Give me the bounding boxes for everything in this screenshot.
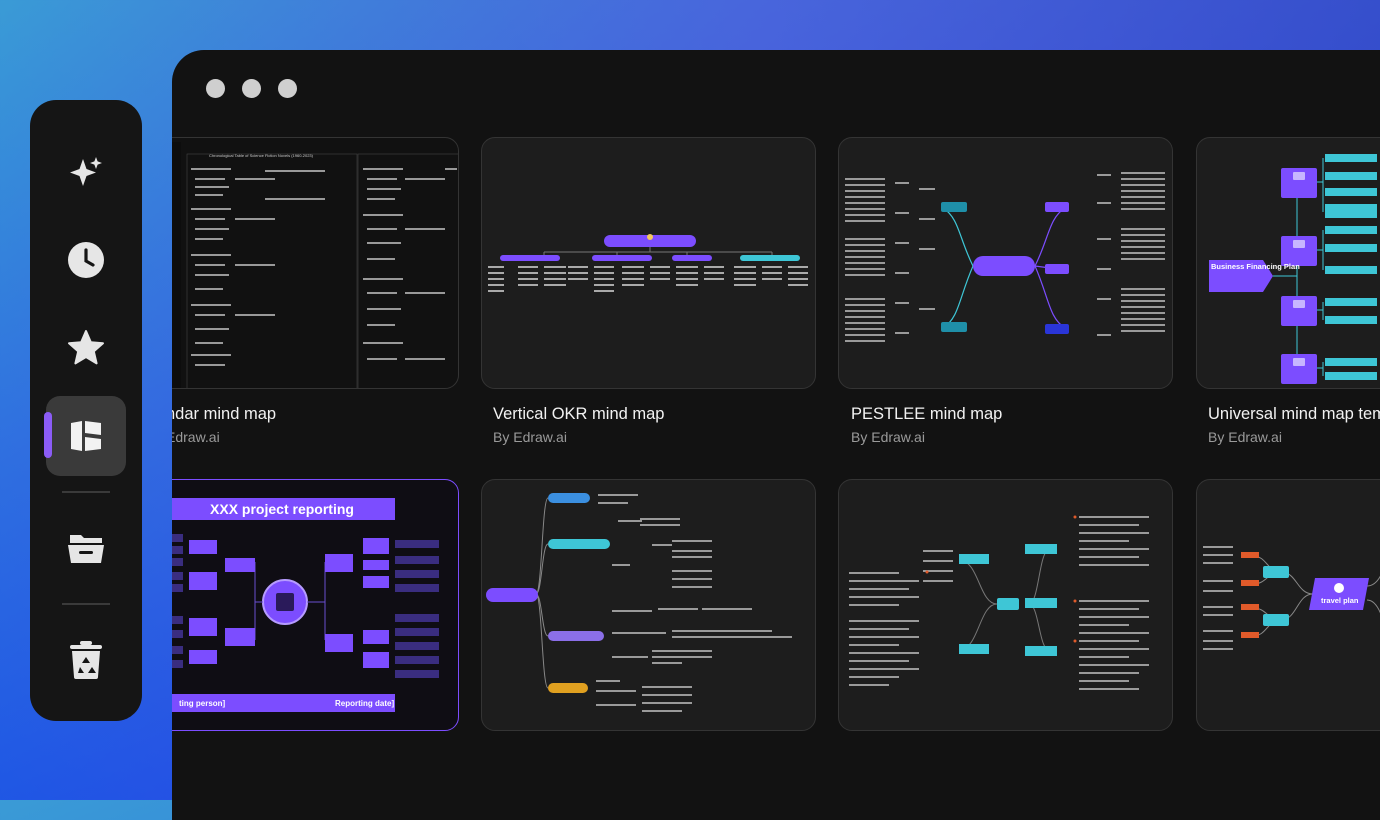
window-control-dot[interactable] bbox=[278, 79, 297, 98]
main-window: Chronological Table of Science Fiction N… bbox=[172, 50, 1380, 820]
window-control-dot[interactable] bbox=[242, 79, 261, 98]
recycle-bin-button[interactable] bbox=[46, 620, 126, 700]
recycle-bin-icon bbox=[70, 641, 102, 679]
window-control-dot[interactable] bbox=[206, 79, 225, 98]
recent-clock-icon bbox=[68, 242, 104, 278]
option-preview bbox=[849, 515, 1149, 690]
template-card[interactable] bbox=[481, 137, 816, 389]
template-card[interactable]: travel plan bbox=[1196, 479, 1380, 731]
favorite-star-icon bbox=[68, 330, 104, 365]
center-node: Business Financing Plan bbox=[1211, 262, 1300, 271]
travel-preview bbox=[1203, 546, 1380, 650]
okr-preview bbox=[488, 234, 808, 292]
template-card[interactable] bbox=[838, 479, 1173, 731]
template-author: Edraw.ai bbox=[172, 429, 220, 445]
files-button[interactable] bbox=[46, 508, 126, 588]
vlog-preview bbox=[486, 493, 792, 712]
folder-icon bbox=[68, 535, 104, 563]
pestlee-preview bbox=[845, 172, 1165, 342]
template-card[interactable]: XXX project reporting ting person] Repor… bbox=[172, 479, 459, 731]
templates-icon bbox=[71, 421, 101, 451]
template-author: By Edraw.ai bbox=[1208, 429, 1282, 445]
template-card[interactable] bbox=[481, 479, 816, 731]
sidebar bbox=[30, 100, 142, 721]
template-title[interactable]: Vertical OKR mind map bbox=[493, 405, 664, 424]
template-card[interactable]: Chronological Table of Science Fiction N… bbox=[172, 137, 459, 389]
template-author: By Edraw.ai bbox=[851, 429, 925, 445]
footer-date: Reporting date] bbox=[335, 699, 395, 708]
footer-person: ting person] bbox=[179, 699, 226, 708]
template-title[interactable]: ndar mind map bbox=[172, 405, 276, 424]
divider bbox=[62, 491, 110, 493]
active-indicator bbox=[44, 412, 52, 458]
timeline-preview bbox=[172, 142, 458, 388]
template-title[interactable]: PESTLEE mind map bbox=[851, 405, 1002, 424]
ai-sparkle-icon bbox=[70, 157, 102, 186]
template-card[interactable] bbox=[838, 137, 1173, 389]
templates-button[interactable] bbox=[44, 396, 126, 476]
template-title[interactable]: Universal mind map tem bbox=[1208, 405, 1380, 424]
template-card[interactable]: Business Financing Plan bbox=[1196, 137, 1380, 389]
recent-button[interactable] bbox=[46, 220, 126, 300]
travel-center: travel plan bbox=[1321, 596, 1359, 605]
favorites-button[interactable] bbox=[46, 308, 126, 388]
ai-sparkle-button[interactable] bbox=[46, 134, 126, 214]
divider bbox=[62, 603, 110, 605]
template-author: By Edraw.ai bbox=[493, 429, 567, 445]
project-report-preview bbox=[172, 534, 439, 712]
